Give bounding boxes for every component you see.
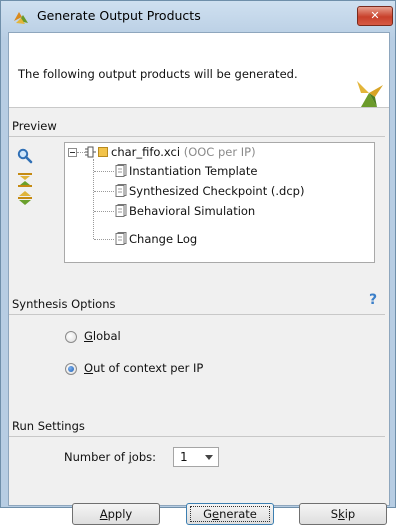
focus-ring [190,506,270,522]
run-settings-section-title: Run Settings [12,419,85,433]
expand-all-icon[interactable] [17,190,33,206]
preview-divider [9,136,385,137]
tree-connector [94,171,114,172]
output-products-tree[interactable]: char_fifo.xci (OOC per IP) Instantiation… [64,142,375,263]
skip-button[interactable]: Skip [299,503,387,525]
out-of-context-radio-label[interactable]: Out of context per IP [84,361,203,375]
ip-core-icon [85,146,96,158]
tree-root-suffix: (OOC per IP) [183,145,256,159]
main-panel: Preview char_fifo.xci (OOC per IP) Insta… [9,108,389,525]
generate-button[interactable]: Generate [186,503,274,525]
tree-root-item[interactable]: char_fifo.xci (OOC per IP) [111,144,256,160]
close-button[interactable]: ✕ [357,6,393,26]
jobs-select-value: 1 [180,450,188,464]
header-message: The following output products will be ge… [18,67,298,81]
tree-connector [77,152,85,153]
jobs-label: Number of jobs: [64,450,156,464]
title-bar[interactable]: Generate Output Products ✕ [1,1,395,33]
vivado-app-icon [14,12,28,24]
global-radio-label[interactable]: Global [84,329,121,343]
out-of-context-radio[interactable] [65,363,77,375]
ooc-badge-icon [98,147,108,157]
run-settings-divider [9,436,385,437]
tree-connector [94,211,114,212]
vivado-logo-icon [357,81,383,107]
dialog-body: The following output products will be ge… [8,32,390,525]
help-icon[interactable]: ? [369,292,377,308]
tree-item-change-log[interactable]: Change Log [129,231,197,247]
document-icon [115,204,127,217]
document-icon [115,164,127,177]
search-icon[interactable] [17,148,33,164]
preview-section-title: Preview [12,119,57,133]
synthesis-section-title: Synthesis Options [12,297,116,311]
header-area: The following output products will be ge… [9,33,389,107]
tree-root-name: char_fifo.xci [111,145,181,159]
tree-connector [94,191,114,192]
tree-item-synthesized-checkpoint[interactable]: Synthesized Checkpoint (.dcp) [129,183,304,199]
chevron-down-icon [205,455,213,460]
tree-collapse-toggle-icon[interactable] [68,148,77,157]
document-icon [115,184,127,197]
apply-button[interactable]: Apply [72,503,160,525]
jobs-select[interactable]: 1 [173,447,219,467]
dialog-window: Generate Output Products ✕ The following… [0,0,396,525]
tree-item-instantiation-template[interactable]: Instantiation Template [129,163,257,179]
collapse-all-icon[interactable] [17,172,33,188]
tree-item-behavioral-simulation[interactable]: Behavioral Simulation [129,203,255,219]
document-icon [115,232,127,245]
tree-connector [94,239,114,240]
global-radio[interactable] [65,331,77,343]
window-title: Generate Output Products [37,8,201,23]
synthesis-divider [9,314,385,315]
